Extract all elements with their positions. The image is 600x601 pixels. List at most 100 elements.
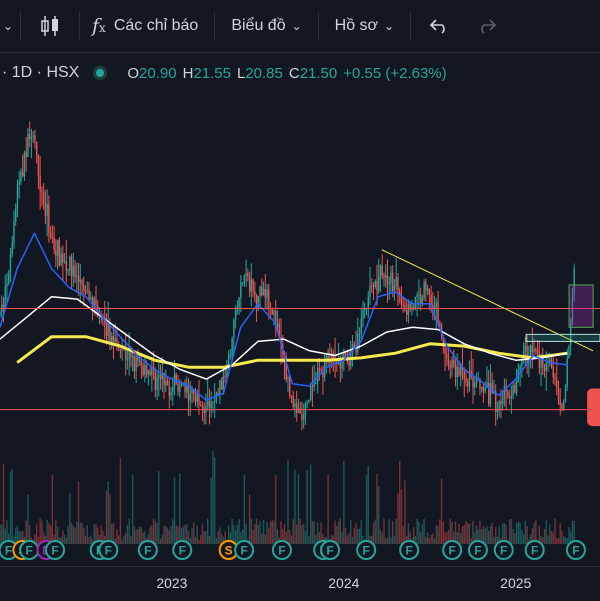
candle-body — [126, 359, 129, 361]
candle-body — [16, 184, 19, 209]
candle-body — [385, 275, 387, 278]
chart-menu-button[interactable]: Biểu đồ ⌄ — [215, 0, 317, 52]
candle-body — [196, 394, 198, 402]
candle-body — [500, 401, 502, 405]
candle-body — [194, 394, 197, 402]
candle-body — [318, 368, 321, 370]
candle-body — [376, 280, 378, 292]
volume-bar — [512, 528, 514, 544]
symbol-interval-exchange[interactable]: · 1D · HSX — [2, 64, 79, 82]
volume-bar — [74, 527, 76, 544]
volume-bar — [116, 529, 118, 544]
event-marker-label: F — [240, 544, 247, 558]
candle-body — [142, 365, 144, 375]
candle-body — [145, 364, 148, 375]
candle-body — [309, 386, 312, 401]
volume-bar — [482, 526, 485, 544]
candle-body — [206, 400, 209, 406]
candle-body — [526, 345, 528, 364]
candles-icon[interactable] — [21, 0, 79, 52]
volume-bar — [545, 520, 547, 544]
volume-bar — [419, 532, 422, 544]
volume-bar — [205, 531, 207, 544]
redo-icon[interactable] — [467, 0, 507, 52]
candle-body — [156, 376, 158, 391]
volume-bar — [51, 474, 54, 544]
candle-body — [170, 391, 172, 396]
volume-bar — [268, 528, 270, 544]
candle-body — [292, 396, 294, 408]
candle-body — [311, 386, 314, 388]
chevron-down-icon[interactable]: ⌄ — [0, 0, 20, 52]
volume-bar — [437, 525, 439, 544]
volume-bar — [262, 520, 265, 544]
candle-body — [287, 376, 289, 380]
undo-icon[interactable] — [411, 0, 467, 52]
candle-body — [219, 380, 221, 396]
volume-bar — [243, 474, 246, 544]
candle-body — [147, 370, 150, 375]
volume-bar — [172, 519, 174, 544]
candle-body — [549, 359, 551, 361]
volume-bar — [198, 539, 200, 544]
candle-body — [264, 288, 266, 298]
candle-body — [273, 310, 275, 315]
volume-bar — [547, 535, 549, 544]
volume-bar — [69, 492, 71, 544]
volume-bar — [554, 518, 556, 544]
volume-bar — [351, 536, 354, 544]
volume-bar — [491, 522, 493, 544]
volume-bar — [170, 526, 172, 544]
candle-body — [425, 282, 427, 291]
candle-body — [451, 359, 453, 368]
volume-bar — [138, 526, 141, 544]
volume-bar — [131, 474, 134, 544]
candle-body — [187, 385, 190, 401]
candle-body — [378, 276, 380, 292]
volume-bar — [561, 530, 563, 544]
candle-body — [383, 275, 385, 278]
candle-body — [306, 402, 308, 404]
candle-body — [229, 354, 232, 357]
candle-body — [222, 375, 225, 390]
candle-body — [543, 367, 546, 371]
indicators-button[interactable]: fx Các chỉ báo — [80, 0, 214, 52]
volume-bar — [105, 490, 108, 544]
volume-bar — [341, 531, 343, 544]
volume-bar — [360, 520, 362, 544]
candle-body — [166, 380, 169, 386]
time-axis[interactable]: 2023 2024 2025 — [0, 566, 600, 601]
volume-bar — [440, 478, 443, 544]
profile-menu-label: Hồ sơ — [334, 17, 379, 34]
fx-icon: fx — [92, 15, 106, 37]
candle-body — [372, 285, 375, 287]
volume-bar — [543, 528, 546, 544]
chevron-down-icon: ⌄ — [384, 19, 395, 33]
volume-bar — [135, 529, 137, 544]
time-tick-label: 2024 — [328, 575, 360, 591]
volume-bar — [212, 451, 214, 544]
candle-body — [419, 293, 422, 305]
candle-body — [484, 387, 486, 392]
candle-body — [409, 304, 411, 310]
event-marker-label: F — [572, 544, 579, 558]
volume-bar — [552, 532, 554, 544]
open-label: O — [127, 64, 140, 82]
candle-body — [137, 357, 139, 362]
volume-bar — [121, 539, 123, 544]
candle-body — [290, 395, 293, 397]
candle-body — [70, 256, 73, 276]
profile-menu-button[interactable]: Hồ sơ ⌄ — [319, 0, 410, 52]
candle-body — [418, 293, 420, 295]
volume-bar — [484, 528, 486, 544]
volume-bar — [273, 520, 275, 544]
candle-body — [563, 401, 565, 409]
candle-body — [390, 272, 392, 284]
volume-bar — [467, 523, 469, 544]
candle-body — [439, 322, 441, 325]
volume-bar — [304, 531, 307, 544]
event-marker-label: F — [531, 544, 538, 558]
price-chart[interactable]: FSFDFFFFFSFFFFFFFFFFF — [0, 92, 600, 566]
volume-bar — [430, 534, 432, 544]
candlestick-series — [0, 121, 575, 431]
